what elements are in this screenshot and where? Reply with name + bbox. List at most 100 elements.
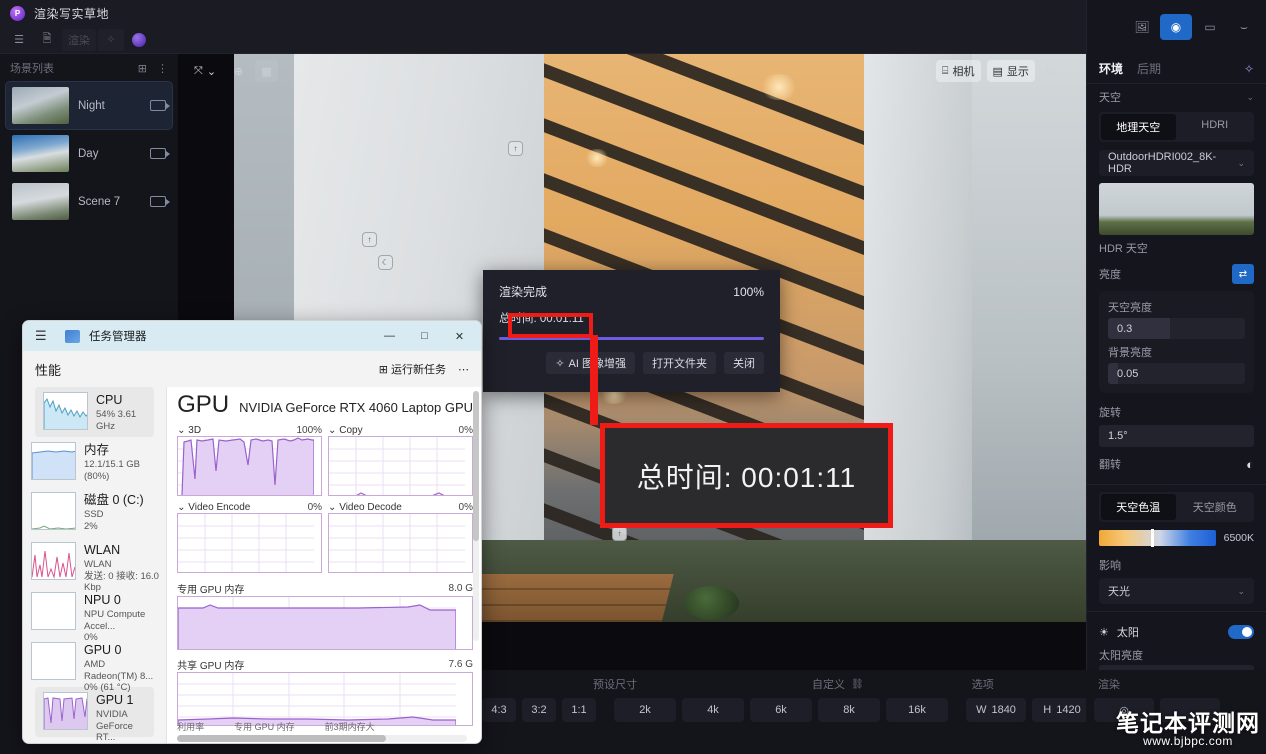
rotation-input[interactable]: 1.5° <box>1099 425 1254 447</box>
ratio-1-1-button[interactable]: 1:1 <box>562 698 596 722</box>
sky-mode-hdri[interactable]: HDRI <box>1178 114 1253 140</box>
resource-item-npu[interactable]: NPU 0 NPU Compute Accel... 0% <box>23 587 166 637</box>
height-input[interactable]: H 1420 <box>1032 698 1092 722</box>
chevron-down-icon[interactable]: ⌄ <box>177 502 188 513</box>
res-4k-button[interactable]: 4k <box>682 698 744 722</box>
chevron-down-icon[interactable]: ⌄ <box>328 502 339 513</box>
sparkle-icon: ✧ <box>555 357 564 370</box>
hdri-preview[interactable] <box>1099 183 1254 235</box>
scene-item-day[interactable]: Day <box>6 130 172 177</box>
temperature-gradient[interactable] <box>1099 530 1216 546</box>
temperature-handle[interactable] <box>1151 529 1154 547</box>
res-6k-button[interactable]: 6k <box>750 698 812 722</box>
influence-select[interactable]: 天光 ⌄ <box>1099 578 1254 604</box>
bg-brightness-input[interactable]: 0.05 <box>1108 363 1245 384</box>
layout-button[interactable]: ⧉ ⌄ <box>1041 60 1074 82</box>
minimize-button[interactable]: — <box>372 321 407 351</box>
annotation-highlight-box <box>508 313 593 338</box>
scene-item-scene7[interactable]: Scene 7 <box>6 178 172 225</box>
scene-item-night[interactable]: Night <box>6 82 172 129</box>
sliders-icon[interactable]: ⇄ <box>1232 264 1254 284</box>
chart-3d-value: 100% <box>296 425 322 436</box>
hdri-select[interactable]: OutdoorHDRI002_8K-HDR ⌄ <box>1099 150 1254 176</box>
horizontal-scrollbar[interactable] <box>177 735 467 742</box>
grid-icon[interactable]: ▦ <box>255 60 277 82</box>
scrollbar-thumb[interactable] <box>473 391 479 541</box>
chevron-down-icon[interactable]: ⌄ <box>1246 92 1254 103</box>
viewport-gizmo[interactable]: ↑ <box>362 232 377 247</box>
scene-list-title: 场景列表 <box>10 60 54 76</box>
width-input[interactable]: W 1840 <box>966 698 1026 722</box>
chart-video-encode-label: Video Encode <box>188 502 250 513</box>
close-dialog-button[interactable]: 关闭 <box>724 352 764 374</box>
resource-text: 内存 12.1/15.1 GB (80%) <box>84 442 160 482</box>
display-icon: ▤ <box>993 65 1003 78</box>
resource-item-disk[interactable]: 磁盘 0 (C:) SSD 2% <box>23 487 166 537</box>
more-icon[interactable]: ⋮ <box>157 62 168 75</box>
hdri-select-value: OutdoorHDRI002_8K-HDR <box>1108 151 1237 175</box>
render-label[interactable]: 渲染 <box>62 29 96 51</box>
more-icon[interactable]: ⋯ <box>458 363 469 376</box>
resource-item-gpu0[interactable]: GPU 0 AMD Radeon(TM) 8... 0% (61 °C) <box>23 637 166 687</box>
camera-icon[interactable] <box>150 196 166 207</box>
globe-icon[interactable]: ⊕ <box>228 60 249 82</box>
open-folder-button[interactable]: 打开文件夹 <box>643 352 716 374</box>
resource-item-gpu1[interactable]: GPU 1 NVIDIA GeForce RT... 100% (70 °C) <box>35 687 154 737</box>
sparkle-icon[interactable]: ✧ <box>1244 62 1254 76</box>
run-new-task-button[interactable]: ⊞ 运行新任务 <box>379 361 446 377</box>
shared-memory-label: 共享 GPU 内存 <box>177 657 244 672</box>
sky-mode-geographic[interactable]: 地理天空 <box>1101 114 1176 140</box>
viewport-gizmo[interactable]: ↑ <box>612 526 627 541</box>
camera-button[interactable]: ⌸ 相机 <box>936 60 981 82</box>
user-avatar[interactable] <box>126 29 152 51</box>
task-manager-window[interactable]: ☰ 任务管理器 — □ ✕ 性能 ⊞ 运行新任务 ⋯ <box>22 320 482 744</box>
sun-toggle[interactable] <box>1228 625 1254 639</box>
close-button[interactable]: ✕ <box>442 321 477 351</box>
chevron-down-icon[interactable]: ⌄ <box>177 425 188 436</box>
res-2k-button[interactable]: 2k <box>614 698 676 722</box>
scene-thumbnail <box>12 135 69 172</box>
file-icon[interactable]: 🗎 <box>34 29 60 51</box>
scrollbar-thumb[interactable] <box>177 735 386 742</box>
tab-panorama[interactable]: ⌣ <box>1228 14 1260 40</box>
transform-gizmo-icon[interactable]: ⤧ ⌄ <box>188 60 222 82</box>
sky-temperature-tab[interactable]: 天空色温 <box>1101 494 1176 520</box>
hdr-sky-row: HDR 天空 <box>1087 235 1266 261</box>
shared-memory-value: 7.6 G <box>449 659 473 670</box>
maximize-button[interactable]: □ <box>407 321 442 351</box>
effects-icon[interactable]: ✧ <box>98 29 124 51</box>
hamburger-icon[interactable]: ☰ <box>35 328 53 344</box>
watermark-line1: 笔记本评测网 <box>1116 711 1260 735</box>
camera-icon: ⌸ <box>942 65 949 78</box>
viewport-gizmo[interactable]: ☾ <box>378 255 393 270</box>
res-16k-button[interactable]: 16k <box>886 698 948 722</box>
resource-name: GPU 0 <box>84 643 160 659</box>
camera-icon[interactable] <box>150 100 166 111</box>
sky-color-tab[interactable]: 天空颜色 <box>1178 494 1253 520</box>
chevron-down-icon[interactable]: ⌄ <box>328 425 339 436</box>
tab-post[interactable]: 后期 <box>1137 60 1161 77</box>
sky-brightness-input[interactable]: 0.3 <box>1108 318 1245 339</box>
ratio-3-2-button[interactable]: 3:2 <box>522 698 556 722</box>
resource-list[interactable]: CPU 54% 3.61 GHz 内存 12.1/15.1 GB (80%) <box>23 387 166 744</box>
resource-item-cpu[interactable]: CPU 54% 3.61 GHz <box>35 387 154 437</box>
tab-image[interactable]: 🖼 <box>1126 14 1158 40</box>
tab-video[interactable]: ▭ <box>1194 14 1226 40</box>
display-button[interactable]: ▤ 显示 <box>987 60 1035 82</box>
add-scene-icon[interactable]: ⊞ <box>138 62 147 75</box>
link-icon[interactable]: ⛓ <box>851 679 864 690</box>
camera-icon[interactable] <box>150 148 166 159</box>
resource-item-wlan[interactable]: WLAN WLAN 发送: 0 接收: 16.0 Kbp <box>23 537 166 587</box>
tab-environment[interactable]: 环境 <box>1099 60 1123 77</box>
sky-section-header[interactable]: 天空 ⌄ <box>1087 84 1266 110</box>
menu-icon[interactable]: ☰ <box>6 29 32 51</box>
temperature-slider[interactable]: 6500K <box>1099 530 1254 546</box>
contrast-icon[interactable]: ◐ <box>1246 457 1254 472</box>
viewport-gizmo[interactable]: ↑ <box>508 141 523 156</box>
resource-item-memory[interactable]: 内存 12.1/15.1 GB (80%) <box>23 437 166 487</box>
res-8k-button[interactable]: 8k <box>818 698 880 722</box>
annotation-callout: 总时间: 00:01:11 <box>600 423 893 528</box>
vertical-scrollbar[interactable] <box>473 391 479 641</box>
ratio-4-3-button[interactable]: 4:3 <box>482 698 516 722</box>
tab-camera[interactable]: ◉ <box>1160 14 1192 40</box>
